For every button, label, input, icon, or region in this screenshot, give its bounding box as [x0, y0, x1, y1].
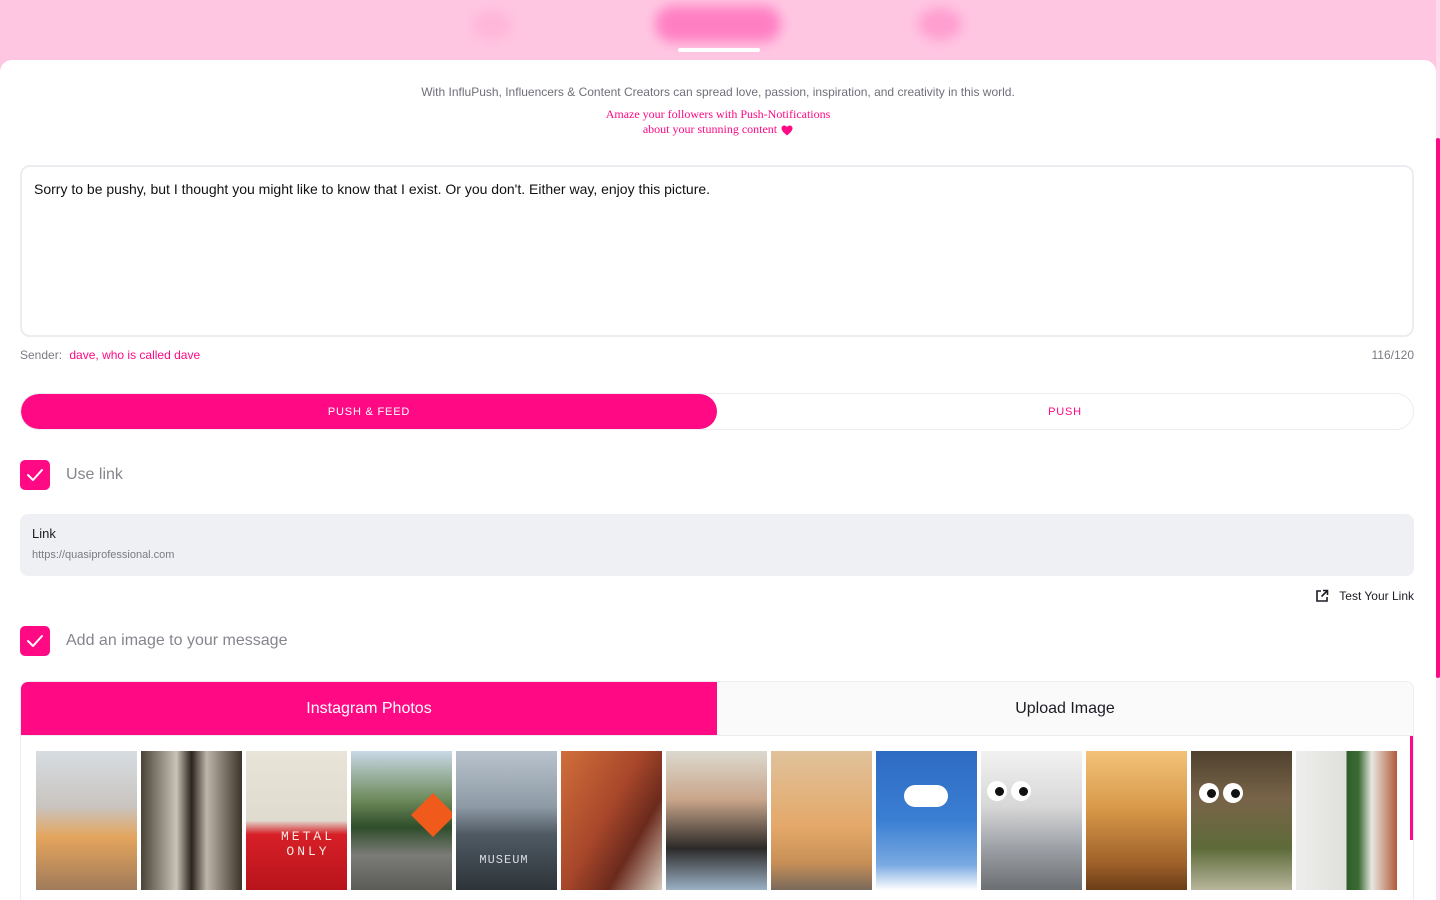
nav-item-left[interactable] [472, 10, 512, 40]
use-link-label: Use link [66, 466, 123, 483]
composer-sheet: With InfluPush, Influencers & Content Cr… [0, 60, 1436, 900]
subtagline: Amaze your followers with Push-Notificat… [0, 107, 1436, 137]
link-input[interactable]: Link https://quasiprofessional.com [20, 514, 1414, 576]
subtagline-line-2: about your stunning content [0, 122, 1436, 137]
add-image-row: Add an image to your message [20, 626, 287, 656]
eye-left [987, 781, 1007, 801]
heart-icon [781, 125, 793, 136]
instagram-gallery: METAL ONLY MUSEUM [20, 736, 1414, 900]
road-sign-icon [411, 793, 452, 837]
checkmark-icon [27, 469, 43, 481]
thumbnail-strip: METAL ONLY MUSEUM [36, 751, 1397, 890]
photo-thumbnail-13[interactable] [1296, 751, 1397, 890]
use-link-checkbox[interactable] [20, 460, 50, 490]
sender-info: Sender: dave, who is called dave [20, 348, 200, 362]
message-textarea[interactable]: Sorry to be pushy, but I thought you mig… [20, 165, 1414, 337]
top-navigation [0, 0, 1440, 62]
thumbnail-3-text: METAL ONLY [270, 829, 346, 859]
eye-right [1011, 781, 1031, 801]
thumbnail-5-sign: MUSEUM [479, 853, 529, 867]
photo-thumbnail-6[interactable] [561, 751, 662, 890]
sender-label: Sender: [20, 348, 63, 362]
photo-thumbnail-7[interactable] [666, 751, 767, 890]
nav-item-center[interactable] [655, 6, 781, 42]
link-field-value[interactable]: https://quasiprofessional.com [32, 549, 1402, 561]
external-link-icon [1316, 589, 1329, 602]
photo-thumbnail-11[interactable] [1086, 751, 1187, 890]
test-your-link-button[interactable]: Test Your Link [1315, 589, 1414, 603]
photo-thumbnail-5[interactable]: MUSEUM [456, 751, 557, 890]
thumbnail-3-text-line-2: ONLY [286, 844, 330, 859]
photo-thumbnail-12[interactable] [1191, 751, 1292, 890]
delivery-mode-toggle: PUSH & FEED PUSH [20, 393, 1414, 430]
image-source-tabs: Instagram Photos Upload Image [20, 681, 1414, 736]
subtagline-line-2-text: about your stunning content [642, 122, 778, 136]
nav-item-right[interactable] [918, 8, 962, 40]
eye-right [1223, 783, 1243, 803]
character-counter: 116/120 [1371, 348, 1415, 362]
mode-push-feed-button[interactable]: PUSH & FEED [21, 394, 717, 429]
photo-thumbnail-3[interactable]: METAL ONLY [246, 751, 347, 890]
sender-name: dave, who is called dave [69, 348, 201, 362]
nav-active-indicator [678, 48, 760, 52]
use-link-row: Use link [20, 460, 123, 490]
photo-thumbnail-4[interactable] [351, 751, 452, 890]
add-image-checkbox[interactable] [20, 626, 50, 656]
eye-left [1199, 783, 1219, 803]
googly-eyes-icon [987, 781, 1031, 801]
gallery-scrollbar[interactable] [1410, 736, 1413, 840]
photo-thumbnail-9[interactable] [876, 751, 977, 890]
test-your-link-label: Test Your Link [1339, 589, 1414, 603]
link-field-label: Link [32, 526, 56, 541]
cloud-shape [904, 785, 948, 807]
checkmark-icon [27, 635, 43, 647]
thumbnail-3-text-line-1: METAL [280, 829, 335, 844]
tab-instagram-photos[interactable]: Instagram Photos [21, 682, 717, 735]
photo-thumbnail-1[interactable] [36, 751, 137, 890]
tagline: With InfluPush, Influencers & Content Cr… [421, 85, 1015, 99]
add-image-label: Add an image to your message [66, 632, 288, 649]
photo-thumbnail-2[interactable] [141, 751, 242, 890]
mode-push-button[interactable]: PUSH [717, 394, 1413, 429]
tab-upload-image[interactable]: Upload Image [717, 682, 1413, 735]
subtagline-line-1: Amaze your followers with Push-Notificat… [605, 107, 831, 121]
photo-thumbnail-8[interactable] [771, 751, 872, 890]
photo-thumbnail-10[interactable] [981, 751, 1082, 890]
googly-eyes-icon [1199, 783, 1243, 803]
page-scrollbar-thumb[interactable] [1436, 138, 1440, 678]
